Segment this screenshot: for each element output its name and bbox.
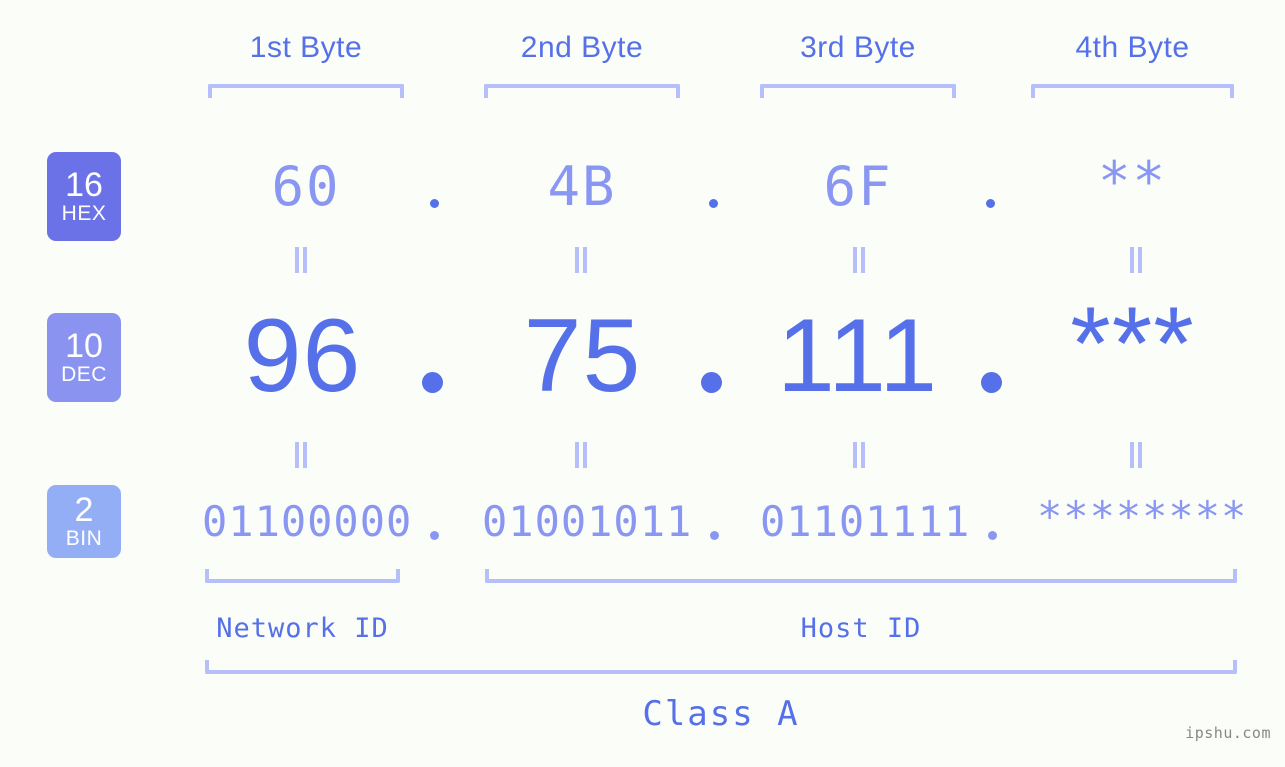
byte-header-1: 1st Byte [249, 31, 363, 64]
byte-bracket-1 [208, 84, 404, 98]
base-badge-bin: 2 BIN [47, 485, 121, 558]
base-badge-bin-number: 2 [74, 491, 94, 529]
hex-byte-1: 60 [271, 155, 341, 218]
byte-bracket-2 [484, 84, 680, 98]
base-badge-bin-name: BIN [65, 527, 103, 550]
dec-separator-1 [422, 372, 443, 393]
bin-byte-3: 01101111 [760, 497, 971, 546]
base-badge-dec-number: 10 [65, 327, 103, 365]
hex-separator-3 [986, 199, 995, 208]
equals-mark-hex-dec-3 [851, 247, 867, 273]
base-badge-dec: 10 DEC [47, 313, 121, 402]
class-bracket [205, 660, 1237, 674]
dec-separator-2 [701, 372, 722, 393]
bin-byte-2: 01001011 [482, 497, 693, 546]
ip-breakdown-diagram: 1st Byte 2nd Byte 3rd Byte 4th Byte 16 H… [0, 0, 1285, 767]
base-badge-hex-number: 16 [65, 166, 103, 204]
site-watermark: ipshu.com [1185, 724, 1271, 742]
hex-separator-1 [430, 199, 439, 208]
dec-byte-4: *** [1070, 286, 1195, 402]
bin-separator-2 [710, 531, 719, 540]
bin-separator-3 [988, 531, 997, 540]
host-id-bracket [485, 569, 1237, 583]
bin-separator-1 [430, 531, 439, 540]
base-badge-dec-name: DEC [61, 363, 107, 386]
byte-bracket-3 [760, 84, 956, 98]
hex-byte-2: 4B [547, 155, 617, 218]
class-label: Class A [642, 694, 800, 734]
byte-header-4: 4th Byte [1075, 31, 1190, 64]
base-badge-hex: 16 HEX [47, 152, 121, 241]
network-id-bracket [205, 569, 400, 583]
byte-header-2: 2nd Byte [520, 31, 644, 64]
equals-mark-hex-dec-1 [293, 247, 309, 273]
equals-mark-dec-bin-3 [851, 442, 867, 468]
network-id-label: Network ID [216, 613, 389, 644]
byte-bracket-4 [1031, 84, 1234, 98]
dec-byte-2: 75 [523, 298, 642, 414]
equals-mark-hex-dec-4 [1128, 247, 1144, 273]
base-badge-hex-name: HEX [61, 202, 107, 225]
hex-byte-4: ** [1097, 150, 1168, 213]
hex-separator-2 [709, 199, 718, 208]
equals-mark-hex-dec-2 [573, 247, 589, 273]
hex-byte-3: 6F [823, 155, 893, 218]
dec-separator-3 [981, 372, 1002, 393]
equals-mark-dec-bin-1 [293, 442, 309, 468]
dec-byte-1: 96 [243, 298, 362, 414]
equals-mark-dec-bin-4 [1128, 442, 1144, 468]
bin-byte-1: 01100000 [202, 497, 413, 546]
host-id-label: Host ID [800, 613, 922, 644]
dec-byte-3: 111 [776, 298, 939, 414]
equals-mark-dec-bin-2 [573, 442, 589, 468]
bin-byte-4: ******** [1037, 492, 1248, 541]
byte-header-3: 3rd Byte [800, 31, 916, 64]
